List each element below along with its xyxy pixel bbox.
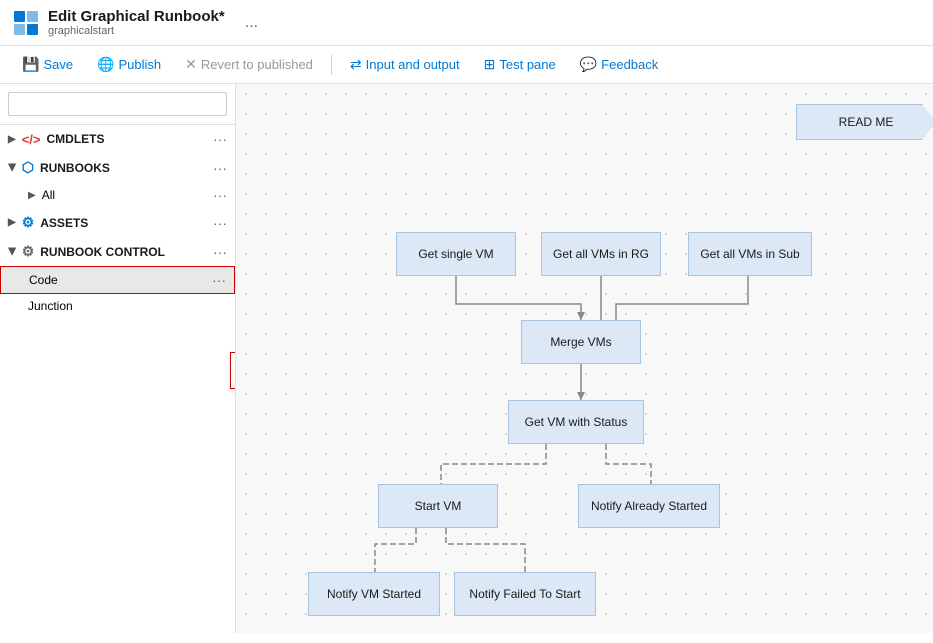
- save-button[interactable]: 💾 Save: [12, 52, 83, 77]
- junction-item-label: Junction: [28, 299, 73, 313]
- input-output-button[interactable]: ⇄ Input and output: [340, 52, 470, 77]
- node-notify-vm-started[interactable]: Notify VM Started: [308, 572, 440, 616]
- assets-icon: ⚙: [22, 214, 35, 231]
- input-output-icon: ⇄: [350, 56, 362, 73]
- cmdlets-header[interactable]: ▶ </> CMDLETS ···: [0, 125, 235, 153]
- assets-header[interactable]: ▶ ⚙ ASSETS ···: [0, 208, 235, 237]
- sidebar: ▶ </> CMDLETS ··· ▶ ⬡ RUNBOOKS ··· ▶: [0, 84, 236, 633]
- test-pane-button[interactable]: ⊞ Test pane: [474, 52, 566, 77]
- node-readme[interactable]: READ ME: [796, 104, 933, 140]
- search-input[interactable]: [8, 92, 227, 116]
- node-get-vm-status[interactable]: Get VM with Status: [508, 400, 644, 444]
- node-merge-vms[interactable]: Merge VMs: [521, 320, 641, 364]
- runbook-control-expand-arrow: ▶: [6, 248, 17, 256]
- revert-icon: ✕: [185, 56, 197, 73]
- all-expand-arrow: ▶: [28, 190, 36, 201]
- node-start-vm[interactable]: Start VM: [378, 484, 498, 528]
- runbooks-icon: ⬡: [22, 159, 34, 176]
- sidebar-item-code[interactable]: Code ···: [0, 266, 235, 294]
- node-get-all-vms-rg[interactable]: Get all VMs in RG: [541, 232, 661, 276]
- more-options-button[interactable]: ...: [245, 14, 258, 32]
- publish-icon: 🌐: [97, 56, 114, 73]
- feedback-button[interactable]: 💬 Feedback: [570, 52, 669, 77]
- canvas[interactable]: READ ME Get single VM Get all VMs in RG …: [236, 84, 933, 633]
- cmdlets-icon: </>: [22, 132, 41, 147]
- sidebar-section-assets: ▶ ⚙ ASSETS ···: [0, 208, 235, 237]
- feedback-icon: 💬: [580, 56, 597, 73]
- runbook-control-header[interactable]: ▶ ⚙ RUNBOOK CONTROL ···: [0, 237, 235, 266]
- save-icon: 💾: [22, 56, 39, 73]
- toolbar: 💾 Save 🌐 Publish ✕ Revert to published ⇄…: [0, 46, 933, 84]
- code-item-label: Code: [29, 273, 58, 287]
- assets-expand-arrow: ▶: [8, 217, 16, 228]
- all-more-button[interactable]: ···: [213, 187, 227, 203]
- runbooks-title: ▶ ⬡ RUNBOOKS: [8, 159, 110, 176]
- runbook-control-icon: ⚙: [22, 243, 35, 260]
- runbook-control-title: ▶ ⚙ RUNBOOK CONTROL: [8, 243, 165, 260]
- assets-more-button[interactable]: ···: [213, 215, 227, 231]
- app-icon: [12, 9, 40, 37]
- node-notify-failed-start[interactable]: Notify Failed To Start: [454, 572, 596, 616]
- page-title: Edit Graphical Runbook*: [48, 8, 225, 25]
- sidebar-search-container: [0, 84, 235, 125]
- toolbar-separator: [331, 55, 332, 75]
- runbooks-expand-arrow: ▶: [6, 164, 17, 172]
- test-pane-icon: ⊞: [484, 56, 496, 73]
- sidebar-section-cmdlets: ▶ </> CMDLETS ···: [0, 125, 235, 153]
- all-item-label: ▶ All: [28, 188, 55, 202]
- runbook-control-more-button[interactable]: ···: [213, 244, 227, 260]
- page-subtitle: graphicalstart: [48, 25, 225, 37]
- node-get-single-vm[interactable]: Get single VM: [396, 232, 516, 276]
- runbooks-more-button[interactable]: ···: [213, 160, 227, 176]
- sidebar-section-runbooks: ▶ ⬡ RUNBOOKS ··· ▶ All ···: [0, 153, 235, 208]
- node-notify-already-started[interactable]: Notify Already Started: [578, 484, 720, 528]
- cmdlets-expand-arrow: ▶: [8, 134, 16, 145]
- header-title-block: Edit Graphical Runbook* graphicalstart: [48, 8, 225, 37]
- cmdlets-more-button[interactable]: ···: [213, 131, 227, 147]
- sidebar-section-runbook-control: ▶ ⚙ RUNBOOK CONTROL ··· Code ··· Junctio…: [0, 237, 235, 318]
- publish-button[interactable]: 🌐 Publish: [87, 52, 171, 77]
- revert-button[interactable]: ✕ Revert to published: [175, 52, 323, 77]
- runbooks-header[interactable]: ▶ ⬡ RUNBOOKS ···: [0, 153, 235, 182]
- node-get-all-vms-sub[interactable]: Get all VMs in Sub: [688, 232, 812, 276]
- sidebar-item-junction[interactable]: Junction: [0, 294, 235, 318]
- header: Edit Graphical Runbook* graphicalstart .…: [0, 0, 933, 46]
- cmdlets-title: ▶ </> CMDLETS: [8, 132, 105, 147]
- assets-title: ▶ ⚙ ASSETS: [8, 214, 88, 231]
- sidebar-item-all[interactable]: ▶ All ···: [0, 182, 235, 208]
- main-content: ▶ </> CMDLETS ··· ▶ ⬡ RUNBOOKS ··· ▶: [0, 84, 933, 633]
- code-more-button[interactable]: ···: [212, 272, 226, 288]
